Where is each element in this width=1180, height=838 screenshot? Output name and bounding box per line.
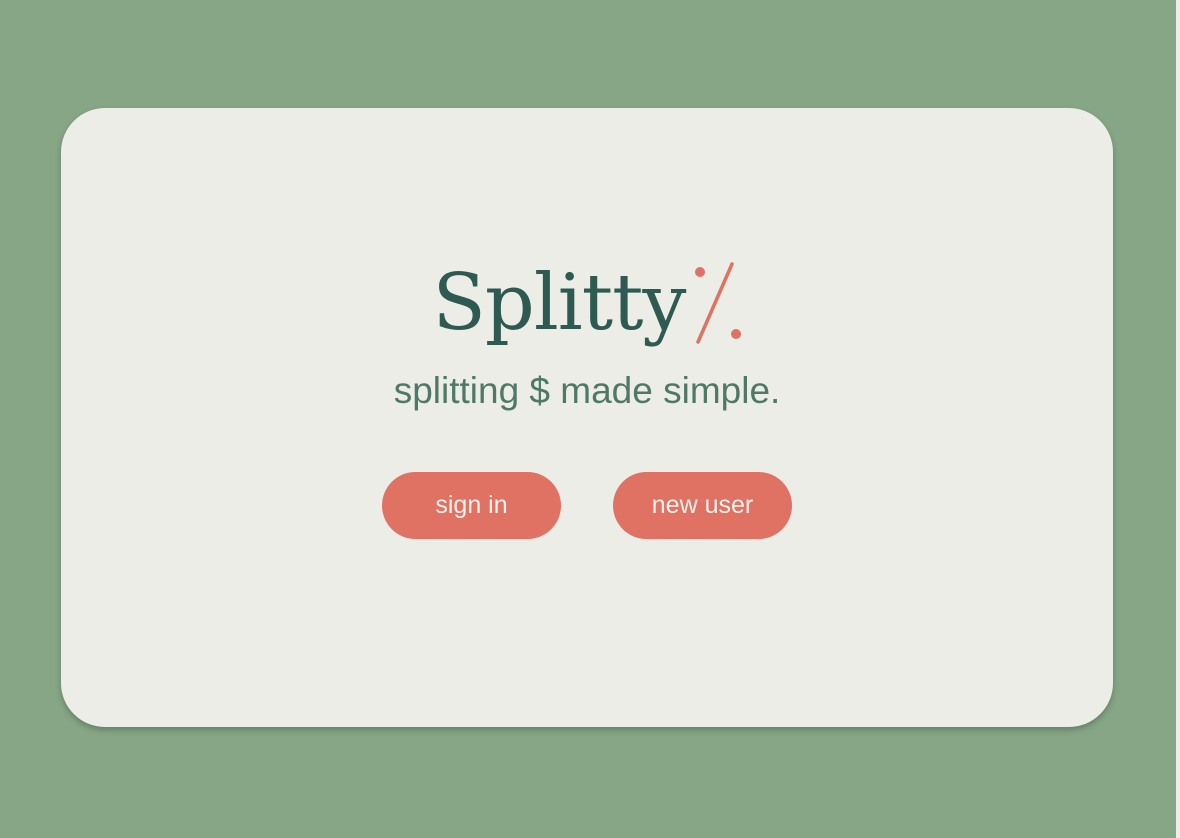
window-edge xyxy=(1176,0,1180,838)
welcome-card: Splitty splitting $ made simple. sign in… xyxy=(61,108,1113,727)
tagline: splitting $ made simple. xyxy=(393,370,781,411)
app-logo: Splitty xyxy=(61,258,1113,348)
percent-icon xyxy=(688,260,742,346)
sign-in-button[interactable]: sign in xyxy=(382,472,561,539)
new-user-button[interactable]: new user xyxy=(613,472,792,539)
app-name: Splitty xyxy=(432,258,686,348)
